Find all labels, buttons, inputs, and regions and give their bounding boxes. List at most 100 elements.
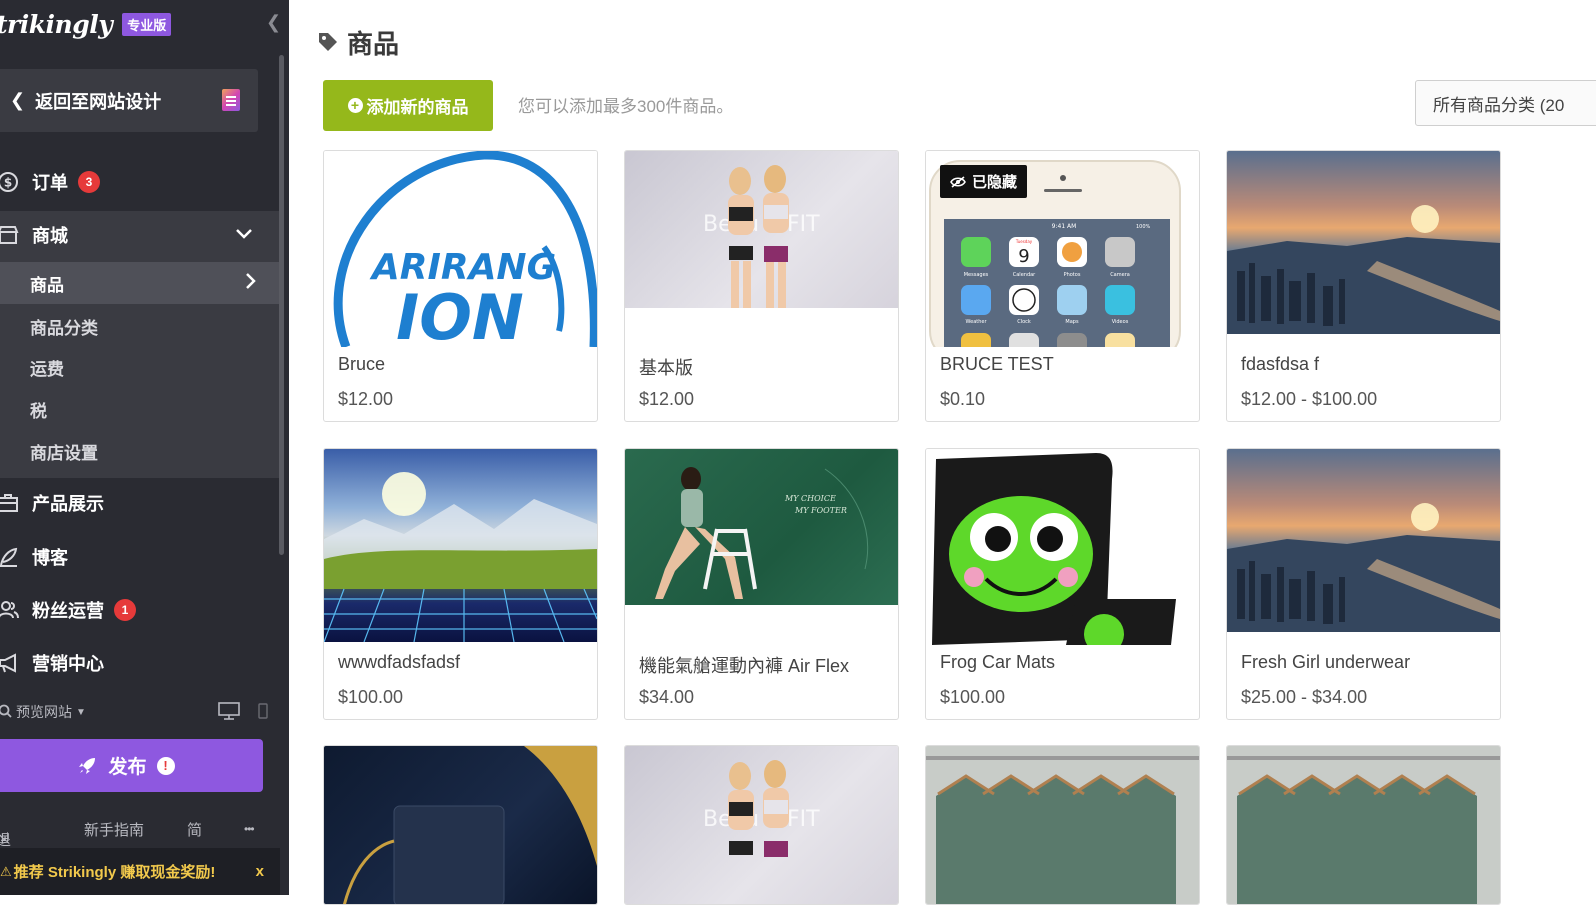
page-title-text: 商品 xyxy=(347,28,400,59)
app-label-messages: Messages xyxy=(964,272,989,278)
beginner-guide-link[interactable]: 新手指南 xyxy=(84,819,144,840)
page-icon xyxy=(222,89,240,111)
app-label-videos: Videos xyxy=(1112,319,1129,325)
sidebar-item-fans[interactable]: 粉丝运营 1 xyxy=(0,596,280,624)
rocket-icon xyxy=(78,757,96,775)
publish-label: 发布 xyxy=(108,757,147,778)
sidebar-item-orders[interactable]: $ 订单 3 xyxy=(0,168,280,196)
product-card-bruce-test[interactable]: 9:41 AM 100% Tuesday 9 Messages Calendar… xyxy=(925,150,1200,422)
product-card-bruce[interactable]: ARIRANG ION Bruce $12.00 xyxy=(323,150,598,422)
product-card-wwwdfadsfadsf[interactable]: wwwdfadsfadsf $100.00 xyxy=(323,448,598,720)
search-icon xyxy=(0,704,12,721)
eye-slash-icon xyxy=(950,175,966,188)
product-image xyxy=(324,746,597,904)
sidebar-subitem-tax[interactable]: 税 xyxy=(0,397,280,421)
collapse-sidebar-icon[interactable]: ❮ xyxy=(266,12,281,33)
chevron-down-icon xyxy=(236,226,252,244)
sidebar-subitem-categories[interactable]: 商品分类 xyxy=(0,314,280,338)
sidebar-subitem-shipping[interactable]: 运费 xyxy=(0,355,280,379)
referral-banner[interactable]: ⚠ 推荐 Strikingly 赚取现金奖励! x xyxy=(0,848,280,895)
product-name: Fresh Girl underwear xyxy=(1241,652,1411,672)
megaphone-icon xyxy=(0,651,20,675)
add-product-button[interactable]: + 添加新的商品 xyxy=(323,80,493,131)
store-icon xyxy=(0,223,20,247)
product-price: $12.00 - $100.00 xyxy=(1241,389,1378,409)
sidebar-item-store[interactable]: 商城 xyxy=(0,221,280,249)
desktop-icon[interactable] xyxy=(218,701,240,723)
product-card-fresh-girl-underwear[interactable]: Fresh Girl underwear $25.00 - $34.00 xyxy=(1226,448,1501,720)
sidebar-subitem-label: 商品 xyxy=(30,275,64,295)
sidebar-item-marketing[interactable]: 营销中心 xyxy=(0,649,280,677)
sidebar-subitem-store-settings[interactable]: 商店设置 xyxy=(0,439,280,463)
feather-icon xyxy=(0,545,20,569)
app-label-camera: Camera xyxy=(1110,272,1130,278)
main-content: 商品 + 添加新的商品 您可以添加最多300件商品。 所有商品分类 (20 AR… xyxy=(289,0,1596,905)
app-label-weather: Weather xyxy=(965,319,987,325)
product-card-frog-car-mats[interactable]: Frog Car Mats $100.00 xyxy=(925,448,1200,720)
bottom-links: ⇲ 退出 新手指南 简 ••• xyxy=(0,818,266,871)
product-name: 基本版 xyxy=(639,358,693,378)
sidebar-item-label: 订单 xyxy=(32,173,68,193)
orders-count-badge: 3 xyxy=(78,171,100,193)
users-icon xyxy=(0,598,20,622)
product-card-air-flex[interactable]: MY CHOICE MY FOOTER 機能氣艙運動內褲 Air Flex $3… xyxy=(624,448,899,720)
sidebar-item-blog[interactable]: 博客 xyxy=(0,543,280,571)
sidebar-scrollbar[interactable] xyxy=(279,55,284,555)
product-price: $0.10 xyxy=(940,389,986,409)
phone-battery: 100% xyxy=(1136,224,1151,230)
plus-circle-icon: + xyxy=(347,98,363,113)
logo-text-ion: ION xyxy=(396,281,524,347)
product-name: Frog Car Mats xyxy=(940,652,1056,672)
product-image: ARIRANG ION xyxy=(324,151,597,347)
product-card-basic[interactable]: Beau FIT 基本版 $12.00 xyxy=(624,150,899,422)
dollar-icon: $ xyxy=(0,170,20,194)
sidebar-item-label: 商城 xyxy=(32,226,68,246)
chevron-right-icon xyxy=(246,272,256,294)
product-name: 機能氣艙運動內褲 Air Flex xyxy=(639,656,850,676)
publish-button[interactable]: 发布 ! xyxy=(0,739,263,792)
preview-site-dropdown[interactable]: 预览网站 xyxy=(16,702,72,722)
app-label-photos: Photos xyxy=(1064,272,1081,278)
product-image: Beau FIT xyxy=(625,151,898,308)
product-price: $12.00 xyxy=(639,389,695,409)
product-name: wwwdfadsfadsf xyxy=(338,652,461,672)
more-menu-icon[interactable]: ••• xyxy=(244,822,255,836)
preview-site-row: 预览网站 ▼ xyxy=(0,700,268,724)
sidebar-item-label: 博客 xyxy=(32,548,68,568)
product-card[interactable] xyxy=(323,745,598,905)
mobile-icon[interactable] xyxy=(258,702,268,722)
product-image xyxy=(926,449,1199,645)
publish-alert-icon: ! xyxy=(156,756,175,775)
language-switch[interactable]: 简 xyxy=(187,819,202,840)
product-image xyxy=(1227,746,1500,904)
back-label: 返回至网站设计 xyxy=(35,91,162,112)
image-text-fit: FIT xyxy=(787,807,820,832)
product-card[interactable] xyxy=(925,745,1200,905)
caret-down-icon: ▼ xyxy=(76,706,86,718)
product-price: $34.00 xyxy=(639,687,695,707)
brand-logo[interactable]: trikingly xyxy=(0,10,113,39)
product-name: BRUCE TEST xyxy=(940,354,1054,374)
briefcase-icon xyxy=(0,491,20,515)
referral-text: 推荐 Strikingly 赚取现金奖励! xyxy=(13,864,216,881)
app-label-maps: Maps xyxy=(1065,319,1079,325)
product-price: $25.00 - $34.00 xyxy=(1241,687,1368,707)
sidebar-subitem-products[interactable]: 商品 xyxy=(0,262,280,304)
product-image: Beau FIT xyxy=(625,746,898,904)
app-label-calendar: Calendar xyxy=(1013,272,1036,278)
hidden-status-badge: 已隐藏 xyxy=(940,165,1028,198)
product-card[interactable]: Beau FIT xyxy=(624,745,899,905)
sidebar-item-showcase[interactable]: 产品展示 xyxy=(0,489,280,517)
product-name: Bruce xyxy=(338,354,386,374)
back-to-site-design-button[interactable]: ❮ 返回至网站设计 xyxy=(0,69,258,132)
product-card-fdasfdsa[interactable]: fdasfdsa f $12.00 - $100.00 xyxy=(1226,150,1501,422)
product-image xyxy=(926,746,1199,904)
product-price: $100.00 xyxy=(940,687,1006,707)
brand: trikingly 专业版 xyxy=(0,6,172,42)
plan-badge: 专业版 xyxy=(122,12,172,36)
category-filter-select[interactable]: 所有商品分类 (20 xyxy=(1415,80,1596,126)
calendar-day: 9 xyxy=(1018,246,1029,267)
hidden-label: 已隐藏 xyxy=(972,174,1018,191)
product-card[interactable] xyxy=(1226,745,1501,905)
close-icon[interactable]: x xyxy=(256,863,264,880)
